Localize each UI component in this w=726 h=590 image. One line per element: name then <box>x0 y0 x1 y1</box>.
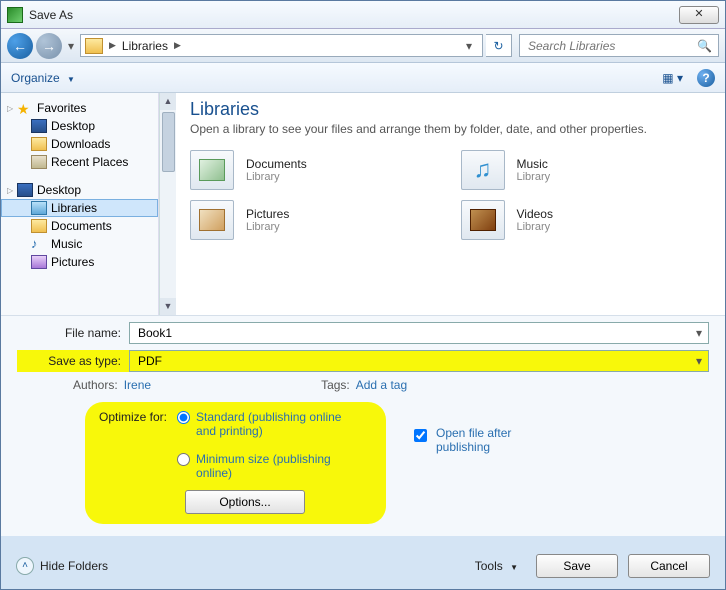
sidebar-item-documents[interactable]: Documents <box>1 217 158 235</box>
view-options-button[interactable]: ▦ ▾ <box>662 71 683 85</box>
toolbar: Organize ▼ ▦ ▾ ? <box>1 63 725 93</box>
options-button[interactable]: Options... <box>185 490 305 514</box>
forward-button[interactable]: → <box>36 33 62 59</box>
chevron-down-icon: ▼ <box>510 563 518 572</box>
save-button[interactable]: Save <box>536 554 618 578</box>
favorites-label: Favorites <box>37 101 86 115</box>
organize-label: Organize <box>11 71 60 85</box>
tools-menu[interactable]: Tools ▼ <box>475 559 518 573</box>
search-icon: 🔍 <box>697 39 712 53</box>
recent-icon <box>31 155 47 169</box>
filename-input[interactable] <box>136 325 696 341</box>
authors-label: Authors: <box>73 378 118 392</box>
sidebar-scrollbar[interactable]: ▲ ▼ <box>159 93 176 315</box>
documents-icon <box>31 219 47 233</box>
page-subtitle: Open a library to see your files and arr… <box>190 122 711 136</box>
star-icon: ★ <box>17 101 33 115</box>
search-box[interactable]: 🔍 <box>519 34 719 57</box>
scroll-up-arrow[interactable]: ▲ <box>160 93 176 110</box>
location-bar[interactable]: ▶ Libraries ▶ ▾ <box>80 34 483 57</box>
optimize-standard-input[interactable] <box>177 411 190 424</box>
breadcrumb-arrow[interactable]: ▶ <box>109 40 116 51</box>
authors-value[interactable]: Irene <box>124 378 151 392</box>
sidebar-item-recent[interactable]: Recent Places <box>1 153 158 171</box>
location-dropdown[interactable]: ▾ <box>460 39 478 53</box>
hide-folders-button[interactable]: ˄ Hide Folders <box>16 557 108 575</box>
filename-row: File name: ▾ <box>17 322 709 344</box>
optimize-standard-radio[interactable]: Standard (publishing online and printing… <box>177 410 346 438</box>
saveastype-combo[interactable]: ▾ <box>129 350 709 372</box>
main-panel: Libraries Open a library to see your fil… <box>176 93 725 315</box>
desktop-icon <box>17 183 33 197</box>
tags-value[interactable]: Add a tag <box>356 378 407 392</box>
music-lib-icon: ♫ <box>461 150 505 190</box>
explorer-body: ▷ ★ Favorites Desktop Downloads Recent P… <box>1 93 725 315</box>
downloads-icon <box>31 137 47 151</box>
help-button[interactable]: ? <box>697 69 715 87</box>
optimize-highlight-block: Optimize for: Standard (publishing onlin… <box>85 402 386 524</box>
refresh-button[interactable]: ↻ <box>486 34 512 57</box>
library-pictures[interactable]: PicturesLibrary <box>190 200 441 240</box>
save-form: File name: ▾ Save as type: ▾ Authors: Ir… <box>1 315 725 536</box>
open-after-input[interactable] <box>414 429 427 442</box>
page-title: Libraries <box>190 99 711 120</box>
tags-label: Tags: <box>321 378 350 392</box>
desktop-label: Desktop <box>37 183 81 197</box>
filename-label: File name: <box>17 326 129 340</box>
filename-dropdown[interactable]: ▾ <box>696 326 702 340</box>
desktop-icon <box>31 119 47 133</box>
sidebar-item-pictures[interactable]: Pictures <box>1 253 158 271</box>
nav-history-dropdown[interactable]: ▾ <box>65 39 77 53</box>
scroll-down-arrow[interactable]: ▼ <box>160 298 176 315</box>
window-title: Save As <box>29 8 679 22</box>
saveastype-dropdown[interactable]: ▾ <box>696 354 702 368</box>
saveastype-label: Save as type: <box>17 354 129 368</box>
sidebar-item-libraries[interactable]: Libraries <box>1 199 158 217</box>
pictures-icon <box>31 255 47 269</box>
search-input[interactable] <box>526 38 697 54</box>
nav-bar: ← → ▾ ▶ Libraries ▶ ▾ ↻ 🔍 <box>1 29 725 63</box>
library-documents[interactable]: DocumentsLibrary <box>190 150 441 190</box>
music-icon: ♪ <box>31 237 47 251</box>
breadcrumb-libraries[interactable]: Libraries <box>122 39 168 53</box>
app-icon <box>7 7 23 23</box>
sidebar-favorites-header[interactable]: ▷ ★ Favorites <box>1 99 158 117</box>
library-music[interactable]: ♫ MusicLibrary <box>461 150 712 190</box>
folder-icon <box>85 38 103 54</box>
chevron-up-icon: ˄ <box>16 557 34 575</box>
videos-lib-icon <box>461 200 505 240</box>
cancel-button[interactable]: Cancel <box>628 554 710 578</box>
breadcrumb-arrow[interactable]: ▶ <box>174 40 181 51</box>
open-after-checkbox[interactable]: Open file after publishing <box>410 426 556 454</box>
organize-menu[interactable]: Organize ▼ <box>11 71 75 85</box>
back-button[interactable]: ← <box>7 33 33 59</box>
library-videos[interactable]: VideosLibrary <box>461 200 712 240</box>
optimize-minimum-input[interactable] <box>177 453 190 466</box>
chevron-down-icon: ▼ <box>67 75 75 84</box>
saveastype-value[interactable] <box>136 353 696 369</box>
button-bar: ˄ Hide Folders Tools ▼ Save Cancel <box>0 544 726 578</box>
close-button[interactable]: ✕ <box>679 6 719 24</box>
filename-combo[interactable]: ▾ <box>129 322 709 344</box>
titlebar: Save As ✕ <box>1 1 725 29</box>
libraries-icon <box>31 201 47 215</box>
optimize-label: Optimize for: <box>99 410 167 424</box>
sidebar: ▷ ★ Favorites Desktop Downloads Recent P… <box>1 93 159 315</box>
pictures-lib-icon <box>190 200 234 240</box>
sidebar-item-desktop[interactable]: Desktop <box>1 117 158 135</box>
optimize-minimum-radio[interactable]: Minimum size (publishing online) <box>177 452 346 480</box>
documents-lib-icon <box>190 150 234 190</box>
saveastype-row: Save as type: ▾ <box>17 350 709 372</box>
sidebar-item-downloads[interactable]: Downloads <box>1 135 158 153</box>
sidebar-item-music[interactable]: ♪Music <box>1 235 158 253</box>
scroll-thumb[interactable] <box>162 112 175 172</box>
sidebar-desktop-header[interactable]: ▷ Desktop <box>1 181 158 199</box>
